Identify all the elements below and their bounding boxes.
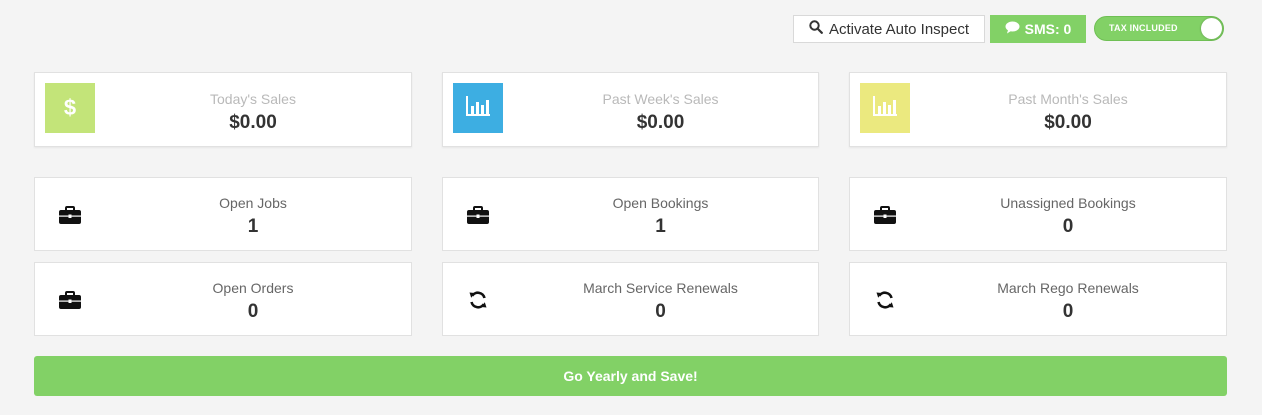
past-month-sales-label: Past Month's Sales xyxy=(1008,91,1128,107)
refresh-icon xyxy=(874,289,896,311)
unassigned-bookings-card[interactable]: Unassigned Bookings 0 xyxy=(849,177,1227,251)
todays-sales-tile: $ xyxy=(45,83,95,133)
sms-button[interactable]: SMS: 0 xyxy=(990,15,1086,43)
todays-sales-card[interactable]: $ Today's Sales $0.00 xyxy=(34,72,412,147)
open-orders-label: Open Orders xyxy=(212,280,294,296)
march-service-renewals-card[interactable]: March Service Renewals 0 xyxy=(442,262,819,336)
activate-auto-inspect-button[interactable]: Activate Auto Inspect xyxy=(793,15,985,43)
go-yearly-label: Go Yearly and Save! xyxy=(563,368,698,384)
briefcase-icon xyxy=(59,204,81,226)
dollar-icon: $ xyxy=(63,95,77,120)
march-rego-renewals-value: 0 xyxy=(1062,301,1074,322)
march-service-renewals-label: March Service Renewals xyxy=(583,280,738,296)
march-rego-renewals-label: March Rego Renewals xyxy=(997,280,1139,296)
past-month-sales-card[interactable]: Past Month's Sales $0.00 xyxy=(849,72,1227,147)
open-bookings-card[interactable]: Open Bookings 1 xyxy=(442,177,819,251)
refresh-icon xyxy=(467,289,489,311)
tax-included-toggle[interactable]: TAX INCLUDED xyxy=(1094,16,1224,41)
chat-bubble-icon xyxy=(1005,21,1020,37)
toggle-knob xyxy=(1201,18,1222,39)
past-week-sales-label: Past Week's Sales xyxy=(602,91,719,107)
open-orders-card[interactable]: Open Orders 0 xyxy=(34,262,412,336)
auto-inspect-label: Activate Auto Inspect xyxy=(828,20,970,38)
open-bookings-value: 1 xyxy=(655,216,666,237)
open-orders-value: 0 xyxy=(247,301,259,322)
open-jobs-label: Open Jobs xyxy=(219,195,287,211)
march-rego-renewals-card[interactable]: March Rego Renewals 0 xyxy=(849,262,1227,336)
sms-label: SMS: 0 xyxy=(1024,21,1072,37)
open-jobs-card[interactable]: Open Jobs 1 xyxy=(34,177,412,251)
open-jobs-value: 1 xyxy=(247,216,259,237)
past-week-sales-card[interactable]: Past Week's Sales $0.00 xyxy=(442,72,819,147)
go-yearly-button[interactable]: Go Yearly and Save! xyxy=(34,356,1227,396)
tax-included-label: TAX INCLUDED xyxy=(1109,23,1178,33)
past-week-sales-value: $0.00 xyxy=(636,112,685,133)
march-service-renewals-value: 0 xyxy=(655,301,666,322)
todays-sales-label: Today's Sales xyxy=(210,91,296,107)
bar-chart-icon xyxy=(872,95,898,122)
briefcase-icon xyxy=(467,204,489,226)
search-icon xyxy=(809,20,823,38)
past-month-sales-tile xyxy=(860,83,910,133)
bar-chart-icon xyxy=(465,95,491,122)
past-week-sales-tile xyxy=(453,83,503,133)
unassigned-bookings-value: 0 xyxy=(1062,216,1074,237)
past-month-sales-value: $0.00 xyxy=(1044,112,1092,133)
briefcase-icon xyxy=(874,204,896,226)
unassigned-bookings-label: Unassigned Bookings xyxy=(1000,195,1136,211)
briefcase-icon xyxy=(59,289,81,311)
todays-sales-value: $0.00 xyxy=(229,112,277,133)
open-bookings-label: Open Bookings xyxy=(612,195,709,211)
